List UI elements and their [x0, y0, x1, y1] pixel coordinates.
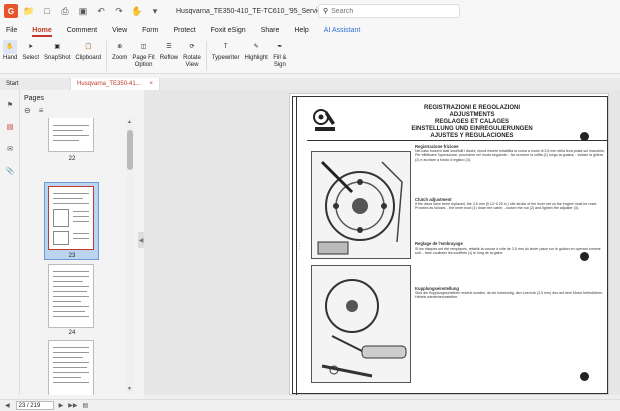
binding-hole-icon — [580, 372, 589, 381]
hand-button[interactable]: ✋ Hand — [3, 40, 17, 62]
search-box[interactable]: ⚲ — [318, 4, 460, 18]
tab-document[interactable]: Husqvarna_TE350-41... × — [70, 78, 160, 90]
page-header: REGISTRAZIONI E REGOLAZIONI ADJUSTMENTS … — [307, 99, 607, 141]
pages-icon[interactable]: ▤ — [3, 120, 17, 134]
hand-tool-icon[interactable]: ✋ — [130, 4, 144, 18]
scrollbar-thumb[interactable] — [127, 130, 133, 170]
scroll-down-icon[interactable]: ▼ — [127, 386, 133, 392]
menu-view[interactable]: View — [112, 27, 127, 34]
title-bar: G 📁 □ ⎙ ▣ ↶ ↷ ✋ ▾ Husqvarna_TE350-410_TE… — [0, 0, 620, 22]
hand-icon: ✋ — [3, 40, 18, 54]
menu-protect[interactable]: Protect — [173, 27, 195, 34]
document-tabs: Start Husqvarna_TE350-41... × — [0, 78, 620, 90]
section-text: Nel caso fossero stati sostituiti i disc… — [415, 149, 605, 162]
binding-hole-icon — [580, 252, 589, 261]
rotate-icon: ⟳ — [189, 43, 195, 50]
panel-toolbar: ⊖ ≡ — [24, 106, 51, 115]
typewriter-button[interactable]: T Typewriter — [212, 40, 240, 62]
comments-icon[interactable]: ✉ — [3, 142, 17, 156]
reflow-icon: ☰ — [166, 43, 172, 50]
thumbnail-label: 23 — [68, 253, 76, 259]
thumbnail-label: 24 — [68, 330, 76, 336]
bookmark-icon[interactable]: ⚑ — [3, 98, 17, 112]
menu-help[interactable]: Help — [294, 27, 308, 34]
page-fit-icon: ◫ — [140, 43, 147, 50]
page-frame: · · · REGISTRAZIONI E REGOLAZIONI ADJUST… — [292, 96, 608, 395]
close-icon[interactable]: × — [149, 78, 153, 90]
search-input[interactable] — [331, 7, 452, 15]
zoom-out-icon[interactable]: ⊖ — [24, 106, 31, 115]
typewriter-icon: T — [223, 43, 228, 50]
camera-icon: ▣ — [54, 43, 61, 50]
options-icon[interactable]: ≡ — [39, 106, 44, 115]
next-page-icon[interactable]: ▶ — [59, 402, 64, 409]
thumbnail-list: 22 23 24 25 ▲ ▼ — [20, 118, 138, 395]
section-text: Si les disques ont été remplacés, rétabl… — [415, 246, 601, 255]
cursor-icon: ➤ — [28, 43, 34, 50]
scroll-up-icon[interactable]: ▲ — [127, 119, 133, 125]
page-heading: REGISTRAZIONI E REGOLAZIONI ADJUSTMENTS … — [411, 105, 533, 139]
thumbnail-23[interactable] — [48, 186, 94, 250]
tools-illustration-icon — [313, 109, 335, 131]
menu-share[interactable]: Share — [261, 27, 280, 34]
ribbon-divider — [106, 41, 108, 71]
highlight-button[interactable]: ✎ Highlight — [245, 40, 268, 62]
last-page-icon[interactable]: ▶▶ — [68, 402, 77, 409]
tab-start[interactable]: Start — [0, 78, 70, 90]
clutch-figure-1 — [311, 151, 411, 259]
section-text: Sind die Kupplungsscheiben ersetzt worde… — [415, 291, 603, 300]
new-file-icon[interactable]: ▣ — [76, 4, 90, 18]
search-icon: ⚲ — [323, 8, 329, 15]
attachment-icon[interactable]: 📎 — [3, 164, 17, 178]
page-number-input[interactable]: 23 / 219 — [15, 401, 54, 410]
menu-home[interactable]: Home — [32, 27, 53, 37]
open-file-icon[interactable]: 📁 — [22, 4, 36, 18]
select-button[interactable]: ➤ Select — [22, 40, 39, 62]
foxit-logo-icon: G — [4, 4, 18, 18]
zoom-button[interactable]: ⊕ Zoom — [112, 40, 127, 62]
fill-sign-button[interactable]: ✒ Fill & Sign — [273, 40, 287, 69]
binding-hole-icon — [580, 132, 589, 141]
reflow-button[interactable]: ☰ Reflow — [160, 40, 178, 62]
menu-file[interactable]: File — [6, 27, 17, 34]
pages-panel: Pages ⊖ ≡ 22 23 24 25 ▲ — [20, 90, 138, 395]
section-text: If the discs have been replaced, the 3.5… — [415, 202, 598, 211]
thumbnail-24[interactable] — [48, 264, 94, 328]
menu-bar: File Home Comment View Form Protect Foxi… — [0, 22, 620, 38]
clipboard-button[interactable]: 📋 Clipboard — [75, 40, 101, 62]
menu-foxit-esign[interactable]: Foxit eSign — [211, 27, 246, 34]
redo-icon[interactable]: ↷ — [112, 4, 126, 18]
page-side-label: · · · — [296, 97, 306, 395]
left-rail: ⚑ ▤ ✉ 📎 — [0, 90, 20, 395]
highlighter-icon: ✎ — [253, 43, 259, 50]
save-icon[interactable]: □ — [40, 4, 54, 18]
undo-icon[interactable]: ↶ — [94, 4, 108, 18]
print-icon[interactable]: ⎙ — [58, 4, 72, 18]
menu-form[interactable]: Form — [142, 27, 158, 34]
first-page-icon[interactable]: ◀ — [5, 402, 10, 409]
snapshot-button[interactable]: ▣ SnapShot — [44, 40, 70, 62]
page-fit-button[interactable]: ◫ Page Fit Option — [132, 40, 154, 69]
menu-ai-assistant[interactable]: AI Assistant — [324, 27, 361, 34]
page-text-column: Registrazione frizione Nel caso fossero … — [415, 143, 605, 300]
clipboard-icon: 📋 — [84, 43, 92, 50]
pdf-page: · · · REGISTRAZIONI E REGOLAZIONI ADJUST… — [289, 93, 609, 395]
rotate-view-button[interactable]: ⟳ Rotate View — [183, 40, 201, 69]
ribbon-toolbar: ✋ Hand ➤ Select ▣ SnapShot 📋 Clipboard ⊕… — [0, 38, 620, 74]
status-bar: ◀ 23 / 219 ▶ ▶▶ ▤ — [0, 399, 620, 411]
view-mode-icon[interactable]: ▤ — [82, 402, 88, 409]
document-view[interactable]: · · · REGISTRAZIONI E REGOLAZIONI ADJUST… — [144, 90, 620, 395]
ribbon-divider — [205, 41, 207, 71]
thumbnail-22[interactable] — [48, 118, 94, 152]
thumbnail-label: 22 — [68, 156, 76, 162]
panel-title: Pages — [24, 95, 44, 102]
menu-comment[interactable]: Comment — [67, 27, 97, 34]
thumbnail-scrollbar[interactable]: ▲ ▼ — [126, 118, 134, 395]
pen-icon: ✒ — [277, 43, 283, 50]
page-body: Registrazione frizione Nel caso fossero … — [307, 143, 607, 393]
chevron-down-icon[interactable]: ▾ — [148, 4, 162, 18]
thumbnail-25[interactable] — [48, 340, 94, 395]
clutch-figure-2 — [311, 265, 411, 383]
zoom-icon: ⊕ — [117, 43, 123, 50]
